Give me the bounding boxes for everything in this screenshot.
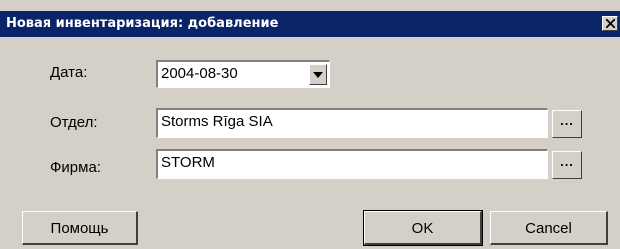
department-label: Отдел: <box>50 114 98 131</box>
chevron-down-icon <box>313 72 323 78</box>
cancel-button[interactable]: Cancel <box>490 211 608 245</box>
company-label: Фирма: <box>50 159 101 176</box>
help-button[interactable]: Помощь <box>22 211 138 245</box>
company-browse-button[interactable]: ... <box>552 151 582 179</box>
department-field[interactable]: Storms Rīga SIA <box>156 108 548 138</box>
close-icon <box>606 19 615 28</box>
dialog-window: Новая инвентаризация: добавление Дата: 2… <box>0 0 620 249</box>
close-button[interactable] <box>602 16 618 31</box>
date-value: 2004-08-30 <box>161 65 238 82</box>
ok-button[interactable]: OK <box>363 210 483 246</box>
department-value: Storms Rīga SIA <box>161 113 273 130</box>
help-button-label: Помощь <box>50 220 109 237</box>
company-value: STORM <box>161 154 215 171</box>
ok-button-label: OK <box>411 220 434 237</box>
date-dropdown-button[interactable] <box>309 64 327 85</box>
cancel-button-label: Cancel <box>525 220 572 237</box>
ellipsis-icon: ... <box>560 154 574 169</box>
ellipsis-icon: ... <box>560 113 574 128</box>
date-combo[interactable]: 2004-08-30 <box>156 60 330 88</box>
window-title: Новая инвентаризация: добавление <box>6 16 279 31</box>
department-browse-button[interactable]: ... <box>552 110 582 138</box>
date-label: Дата: <box>50 64 88 81</box>
company-field[interactable]: STORM <box>156 149 548 179</box>
title-bar[interactable]: Новая инвентаризация: добавление <box>0 11 620 37</box>
